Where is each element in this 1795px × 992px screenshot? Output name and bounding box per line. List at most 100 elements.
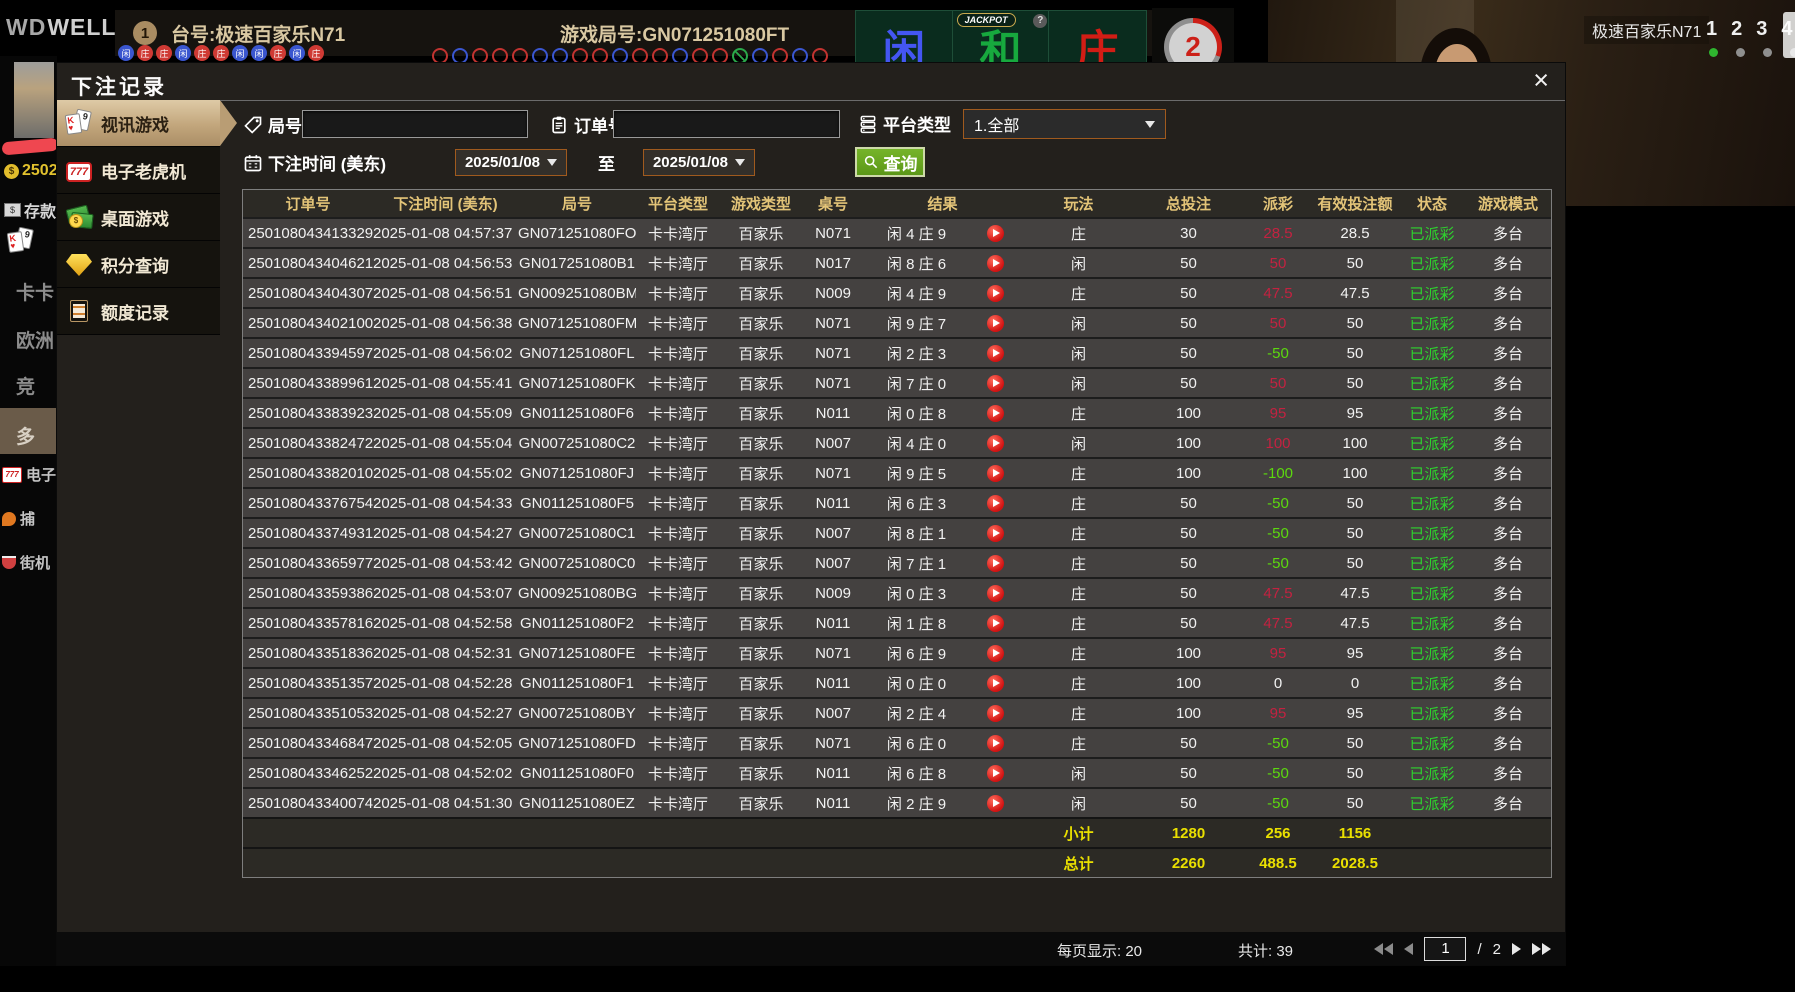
sidebar-item-fishing[interactable]: 捕 <box>2 508 35 529</box>
seat-numbers: 1 2 3 4 <box>1706 18 1793 41</box>
grand-total-label: 总计 <box>1021 853 1136 874</box>
replay-button[interactable] <box>969 345 1021 362</box>
replay-button[interactable] <box>969 735 1021 752</box>
round-filter-label: 局号 <box>243 112 302 137</box>
sidebar-item-europe[interactable]: 欧洲 <box>16 326 54 353</box>
game-round-label: 游戏局号:GN071251080FT <box>560 20 789 47</box>
replay-button[interactable] <box>969 525 1021 542</box>
col-table: 桌号 <box>802 193 864 214</box>
screen: WDWELLBET 1 台号:极速百家乐N71 游戏局号:GN071251080… <box>0 0 1795 992</box>
replay-button[interactable] <box>969 765 1021 782</box>
replay-button[interactable] <box>969 315 1021 332</box>
road-marker <box>752 48 768 64</box>
table-body: 250108043413329 2025-01-08 04:57:37 GN07… <box>243 217 1551 817</box>
road-marker <box>532 48 548 64</box>
road-marker <box>472 48 488 64</box>
subtotal-valid: 1156 <box>1315 825 1395 842</box>
bead-marker: 闲 <box>251 45 267 61</box>
seat-dot <box>1763 48 1772 57</box>
sidebar-item-arcade[interactable]: 街机 <box>2 552 50 573</box>
help-icon[interactable]: ? <box>1033 14 1047 28</box>
replay-button[interactable] <box>969 645 1021 662</box>
road-marker <box>492 48 508 64</box>
sidebar-item-multi[interactable]: 多 <box>16 422 35 449</box>
table-row: 250108043351357 2025-01-08 04:52:28 GN01… <box>243 667 1551 697</box>
replay-button[interactable] <box>969 795 1021 812</box>
replay-button[interactable] <box>969 435 1021 452</box>
seat-3[interactable]: 3 <box>1756 18 1767 41</box>
bead-marker: 庄 <box>137 45 153 61</box>
next-page-button[interactable] <box>1512 943 1521 955</box>
order-input[interactable] <box>613 110 840 138</box>
play-icon <box>987 705 1004 722</box>
menu-item-credit-records[interactable]: 额度记录 <box>57 288 220 335</box>
table-row: 250108043351053 2025-01-08 04:52:27 GN00… <box>243 697 1551 727</box>
replay-button[interactable] <box>969 495 1021 512</box>
play-icon <box>987 675 1004 692</box>
round-input[interactable] <box>302 110 528 138</box>
road-marker <box>772 48 788 64</box>
col-status: 状态 <box>1395 193 1469 214</box>
video-side-panel <box>1783 12 1795 58</box>
play-icon <box>987 255 1004 272</box>
bead-marker: 闲 <box>175 45 191 61</box>
replay-button[interactable] <box>969 225 1021 242</box>
road-marker <box>552 48 568 64</box>
road-marker <box>632 48 648 64</box>
replay-button[interactable] <box>969 255 1021 272</box>
slots-label: 电子 <box>26 464 56 485</box>
menu-item-table-games[interactable]: $ 桌面游戏 <box>57 194 220 241</box>
replay-button[interactable] <box>969 555 1021 572</box>
replay-button[interactable] <box>969 465 1021 482</box>
seat-1[interactable]: 1 <box>1706 18 1717 41</box>
total-count-text: 共计: 39 <box>1238 940 1293 961</box>
grand-total-row: 总计 2260 488.5 2028.5 <box>243 847 1551 877</box>
menu-item-video-games[interactable]: 9K♥ 视讯游戏 <box>57 100 220 147</box>
per-page-text: 每页显示: 20 <box>1057 940 1142 961</box>
replay-button[interactable] <box>969 375 1021 392</box>
pagination-bar: 每页显示: 20 共计: 39 1 / 2 <box>57 932 1565 965</box>
close-icon[interactable]: × <box>1533 65 1549 95</box>
first-page-button[interactable] <box>1374 943 1393 955</box>
deposit-row[interactable]: $ 存款 <box>4 198 56 222</box>
replay-button[interactable] <box>969 405 1021 422</box>
platform-select[interactable]: 1.全部 <box>963 109 1166 139</box>
bet-records-table: 订单号 下注时间 (美东) 局号 平台类型 游戏类型 桌号 结果 玩法 总投注 … <box>242 189 1552 878</box>
replay-button[interactable] <box>969 285 1021 302</box>
replay-button[interactable] <box>969 615 1021 632</box>
road-marker <box>592 48 608 64</box>
fishing-label: 捕 <box>20 508 35 529</box>
arcade-label: 街机 <box>20 552 50 573</box>
replay-button[interactable] <box>969 585 1021 602</box>
bead-marker: 庄 <box>308 45 324 61</box>
search-button[interactable]: 查询 <box>855 147 925 177</box>
date-from-select[interactable]: 2025/01/08 <box>455 149 567 176</box>
replay-button[interactable] <box>969 705 1021 722</box>
search-button-label: 查询 <box>884 150 918 175</box>
sidebar-item-sports[interactable]: 竞 <box>16 372 35 399</box>
road-marker <box>792 48 808 64</box>
table-row: 250108043374931 2025-01-08 04:54:27 GN00… <box>243 517 1551 547</box>
bead-marker: 庄 <box>156 45 172 61</box>
total-pages: 2 <box>1493 941 1501 958</box>
menu-item-points[interactable]: 积分查询 <box>57 241 220 288</box>
seat-2[interactable]: 2 <box>1731 18 1742 41</box>
sidebar-item-slots[interactable]: 777 电子 <box>2 464 56 485</box>
date-to-select[interactable]: 2025/01/08 <box>643 149 755 176</box>
sidebar-item-kaka[interactable]: 卡卡 <box>16 278 54 305</box>
last-page-button[interactable] <box>1532 943 1551 955</box>
cards-icon: 9K♥ <box>66 110 92 136</box>
table-row: 250108043402100 2025-01-08 04:56:38 GN07… <box>243 307 1551 337</box>
replay-button[interactable] <box>969 675 1021 692</box>
prev-page-button[interactable] <box>1404 943 1413 955</box>
menu-item-slots[interactable]: 777 电子老虎机 <box>57 147 220 194</box>
table-row: 250108043382010 2025-01-08 04:55:02 GN07… <box>243 457 1551 487</box>
slot-icon: 777 <box>2 467 22 483</box>
grand-total-payout: 488.5 <box>1241 855 1315 872</box>
current-page-input[interactable]: 1 <box>1424 937 1466 961</box>
page-separator: / <box>1477 941 1481 958</box>
balance-value: 2502 <box>22 162 57 180</box>
play-icon <box>987 315 1004 332</box>
chevron-down-icon <box>547 159 557 166</box>
menu-label: 额度记录 <box>101 299 169 324</box>
